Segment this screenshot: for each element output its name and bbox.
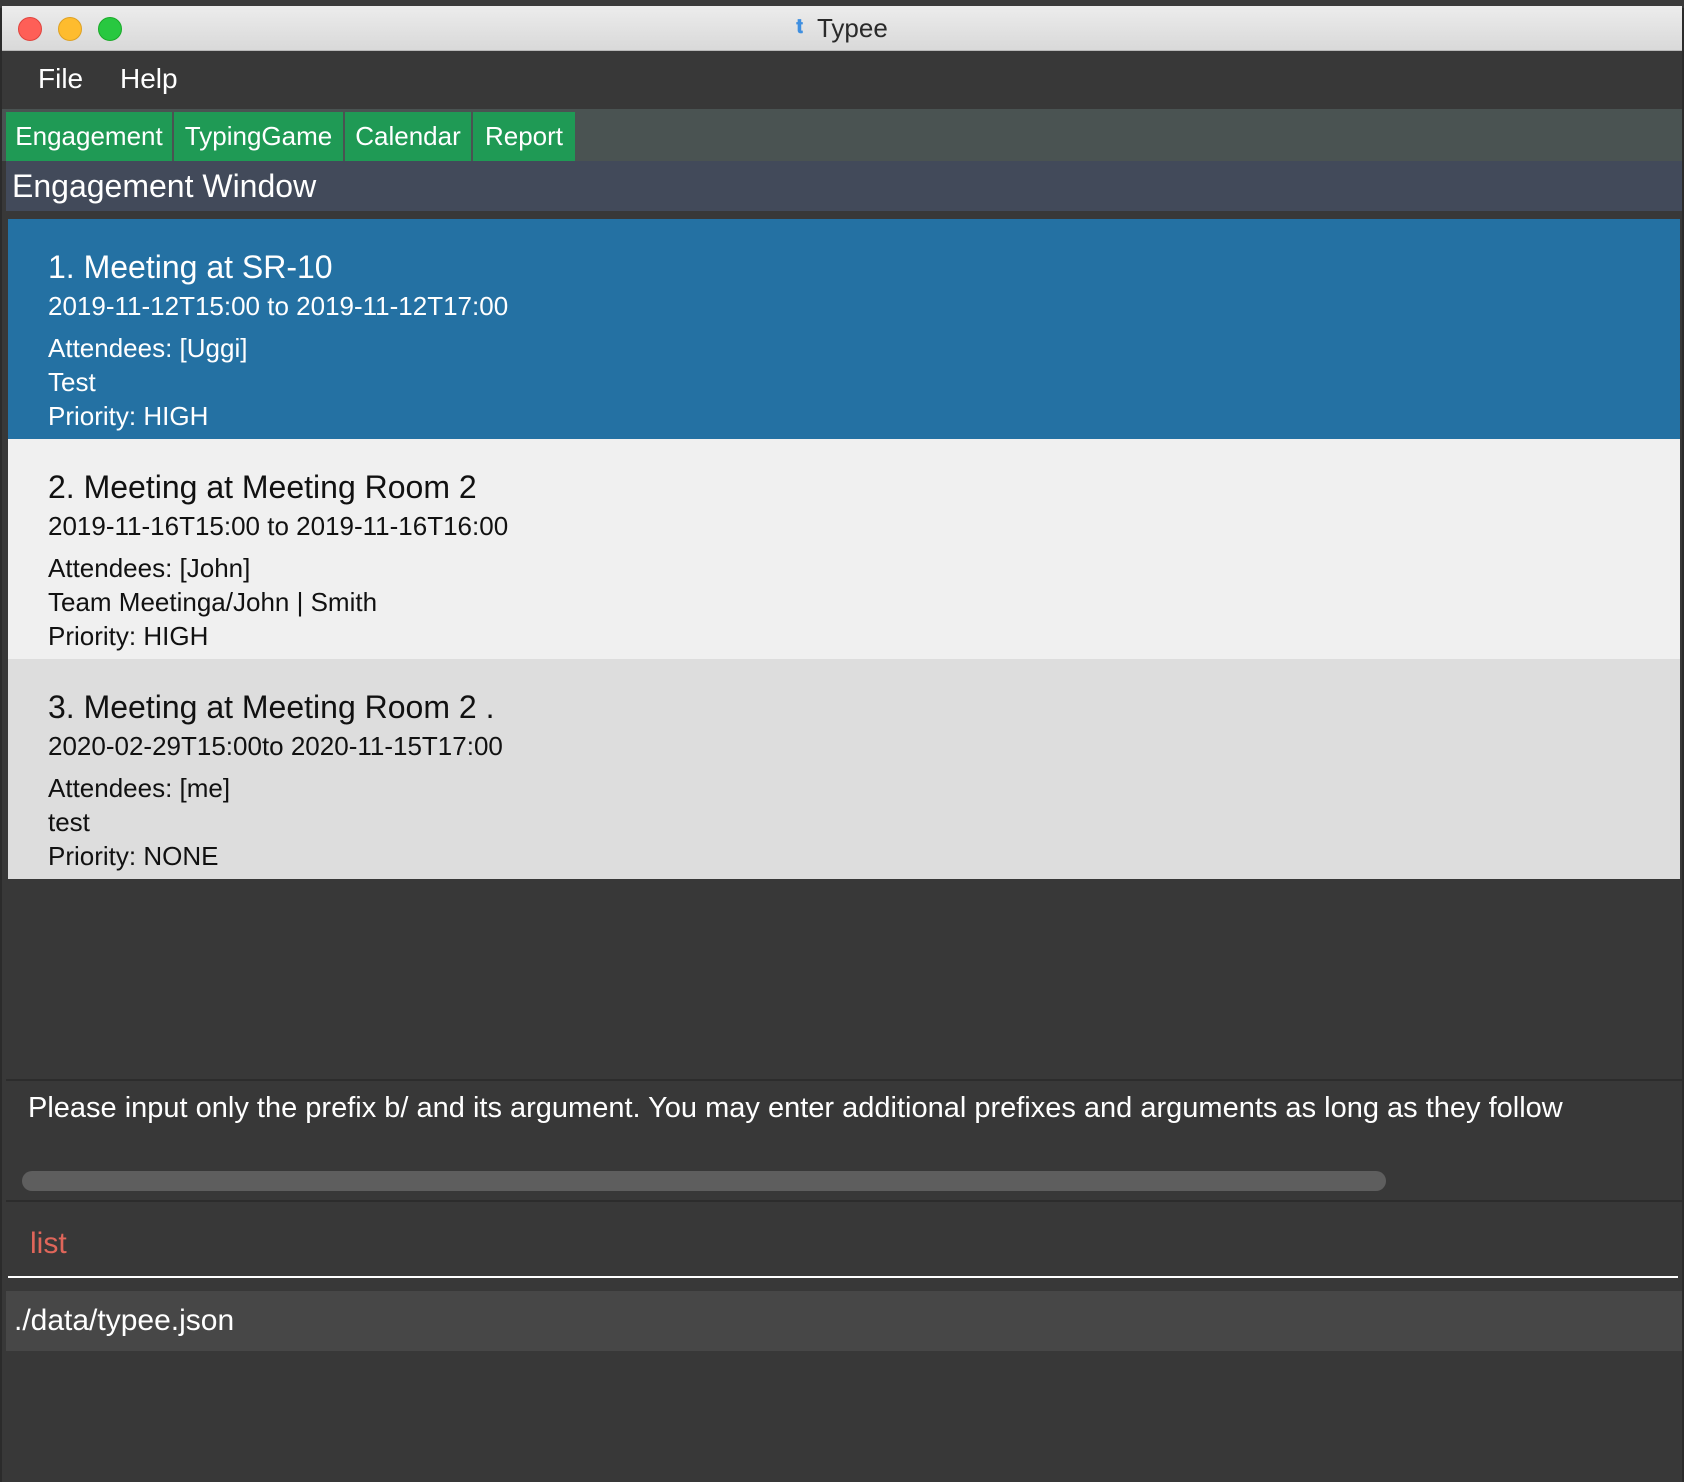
window-title: Typee [816,12,888,43]
result-display: Please input only the prefix b/ and its … [6,1082,1682,1198]
engagement-card-selected[interactable]: 1. Meeting at SR-10 2019-11-12T15:00 to … [8,219,1680,439]
engagement-date-range: 2020-02-29T15:00to 2020-11-15T17:00 [48,731,503,761]
tab-report[interactable]: Report [473,112,575,161]
engagement-title: 1. Meeting at SR-10 [48,249,333,285]
window-title-container: 𝐭 Typee [2,6,1682,50]
engagement-attendees: Attendees: [Uggi] [48,333,248,363]
engagement-priority: Priority: HIGH [48,401,209,431]
engagement-description: Test [48,367,96,397]
tab-engagement[interactable]: Engagement [6,112,172,161]
status-bar-footer: ./data/typee.json [6,1291,1682,1351]
engagement-list[interactable]: 1. Meeting at SR-10 2019-11-12T15:00 to … [6,211,1682,1079]
menu-file[interactable]: File [38,63,83,95]
engagement-attendees: Attendees: [John] [48,553,251,583]
engagement-priority: Priority: NONE [48,841,219,871]
divider [6,1200,1682,1202]
app-window: 𝐭 Typee File Help Engagement TypingGame … [2,6,1682,1482]
engagement-title: 3. Meeting at Meeting Room 2 . [48,689,495,725]
typee-app-icon: 𝐭 [796,14,803,38]
command-box [6,1212,1682,1282]
tab-bar: Engagement TypingGame Calendar Report [2,109,1682,161]
title-bar: 𝐭 Typee [2,6,1682,51]
engagement-title: 2. Meeting at Meeting Room 2 [48,469,477,505]
engagement-window-header: Engagement Window [6,161,1682,211]
engagement-card[interactable]: 3. Meeting at Meeting Room 2 . 2020-02-2… [8,659,1680,879]
divider [6,1079,1682,1081]
engagement-card[interactable]: 2. Meeting at Meeting Room 2 2019-11-16T… [8,439,1680,659]
command-input[interactable] [8,1212,1678,1278]
engagement-date-range: 2019-11-16T15:00 to 2019-11-16T16:00 [48,511,509,541]
engagement-date-range: 2019-11-12T15:00 to 2019-11-12T17:00 [48,291,509,321]
menu-help[interactable]: Help [120,63,178,95]
tab-typinggame[interactable]: TypingGame [174,112,343,161]
data-file-path: ./data/typee.json [14,1304,235,1337]
engagement-attendees: Attendees: [me] [48,773,231,803]
engagement-description: Team Meetinga/John | Smith [48,587,378,617]
tab-calendar[interactable]: Calendar [345,112,471,161]
result-message: Please input only the prefix b/ and its … [28,1092,1563,1124]
engagement-priority: Priority: HIGH [48,621,209,651]
engagement-description: test [48,807,90,837]
menu-bar: File Help [2,51,1682,107]
horizontal-scrollbar[interactable] [22,1171,1386,1191]
